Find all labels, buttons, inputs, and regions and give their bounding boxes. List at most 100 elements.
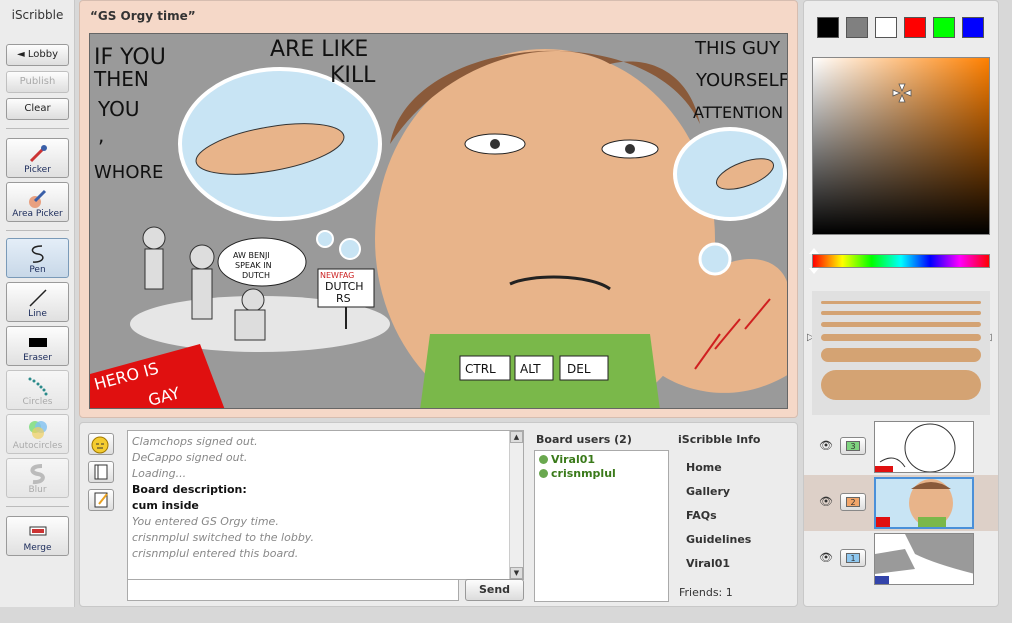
layer-thumbnail[interactable] [874,533,974,585]
toolbar-divider [6,128,69,129]
area-picker-tool-label: Area Picker [12,209,63,219]
chat-message: Clamchops signed out. [132,435,258,448]
drawing-canvas[interactable]: IF YOU THEN YOU , WHORE ARE LIKE KILL TH… [89,33,788,409]
merge-layers-icon [29,526,47,536]
eye-icon[interactable]: 👁 [819,439,833,452]
clear-button[interactable]: Clear [6,98,69,120]
drawing-text: ALT [520,362,541,376]
chat-messages: Clamchops signed out. DeCappo signed out.… [128,431,523,565]
board-users-list: Viral01 crisnmplul [534,450,669,602]
eraser-tool[interactable]: Eraser [6,326,69,366]
color-layers-panel: ▷ ◁ 👁 3 👁 2 👁 1 [803,0,999,607]
brush-size-5[interactable] [821,348,981,362]
brush-size-6[interactable] [821,370,981,400]
saturation-value-picker[interactable] [812,57,990,235]
blur-tool-label: Blur [28,485,47,495]
friends-count: Friends: 1 [679,586,733,599]
board-panel: “GS Orgy time” IF YOU THEN YOU , WHORE A… [79,0,798,418]
send-button[interactable]: Send [465,579,524,601]
drawing-text: THEN [93,67,149,91]
drawing-text: AW BENJI [233,251,270,260]
toolbar-divider [6,230,69,231]
merge-tool[interactable]: Merge [6,516,69,556]
drawing-text: YOU [97,97,140,121]
scroll-down-arrow[interactable]: ▼ [510,567,523,579]
drawing-text: DUTCH [242,271,270,280]
board-frame-button[interactable] [88,461,114,483]
note-button[interactable] [88,489,114,511]
area-eyedropper-icon [29,189,47,208]
layer-row[interactable]: 👁 3 [804,419,998,475]
color-swatch[interactable] [904,17,926,38]
pen-tool[interactable]: Pen [6,238,69,278]
layer-number: 2 [846,497,860,507]
drawing-text: SPEAK IN [235,261,272,270]
picker-tool-label: Picker [24,165,51,175]
blur-tool[interactable]: Blur [6,458,69,498]
brush-size-2[interactable] [821,311,981,315]
pen-squiggle-icon [31,245,44,263]
lobby-button[interactable]: ◄ Lobby [6,44,69,66]
chat-message: You entered GS Orgy time. [132,515,279,528]
brush-size-3[interactable] [821,322,981,327]
hue-marker-bottom [809,268,819,274]
brush-size-1[interactable] [821,301,981,304]
layer-row[interactable]: 👁 1 [804,531,998,587]
layer-number-button[interactable]: 3 [840,437,866,455]
color-swatch[interactable] [933,17,955,38]
faqs-link[interactable]: FAQs [686,509,717,522]
pen-tool-label: Pen [29,265,46,275]
color-swatch[interactable] [846,17,868,38]
color-swatch[interactable] [962,17,984,38]
eraser-icon [29,338,47,347]
chat-scrollbar[interactable]: ▲ ▼ [509,431,523,579]
drawing-text: KILL [330,63,376,88]
chat-message: DeCappo signed out. [132,451,248,464]
board-users-title: Board users (2) [536,433,632,446]
autocircles-tool[interactable]: Autocircles [6,414,69,454]
eye-icon[interactable]: 👁 [819,495,833,508]
guidelines-link[interactable]: Guidelines [686,533,751,546]
toolbar-divider [6,506,69,507]
layer-number-button[interactable]: 2 [840,493,866,511]
picker-tool[interactable]: Picker [6,138,69,178]
line-tool[interactable]: Line [6,282,69,322]
eyedropper-icon [29,145,47,163]
board-user-name: Viral01 [551,453,596,466]
layer-thumbnail[interactable] [874,477,974,529]
drawing-text: ATTENTION [693,103,783,122]
chat-input[interactable] [127,579,459,601]
chat-message: crisnmplul entered this board. [132,547,299,560]
scroll-up-arrow[interactable]: ▲ [510,431,523,443]
layer-number-button[interactable]: 1 [840,549,866,567]
layer-thumbnail[interactable] [874,421,974,473]
board-user-item[interactable]: Viral01 [539,453,664,467]
publish-button[interactable]: Publish [6,71,69,93]
chat-log[interactable]: Clamchops signed out. DeCappo signed out.… [127,430,524,580]
home-link[interactable]: Home [686,461,722,474]
tool-sidebar: iScribble ◄ Lobby Publish Clear Picker A… [0,0,75,607]
color-swatch[interactable] [875,17,897,38]
brush-size-selector[interactable] [812,291,990,415]
drawing-artwork: IF YOU THEN YOU , WHORE ARE LIKE KILL TH… [90,34,787,408]
drawing-text: ARE LIKE [270,37,368,62]
layer-row[interactable]: 👁 2 [804,475,998,531]
eye-icon[interactable]: 👁 [819,551,833,564]
gallery-link[interactable]: Gallery [686,485,730,498]
area-picker-tool[interactable]: Area Picker [6,182,69,222]
circles-tool[interactable]: Circles [6,370,69,410]
color-swatch[interactable] [817,17,839,38]
layer-number: 1 [846,553,860,563]
online-status-icon [539,469,548,478]
brush-size-4[interactable] [821,334,981,341]
line-tool-label: Line [28,309,47,319]
profile-link[interactable]: Viral01 [686,557,730,570]
hue-slider[interactable] [809,248,990,274]
chat-message: Loading... [132,467,187,480]
emoticon-button[interactable] [88,433,114,455]
sleepy-smiley-icon [91,436,109,454]
circles-dots-icon [28,377,48,396]
chat-message: Board description: [132,483,247,496]
board-user-item[interactable]: crisnmplul [539,467,664,481]
chat-message: crisnmplul switched to the lobby. [132,531,314,544]
